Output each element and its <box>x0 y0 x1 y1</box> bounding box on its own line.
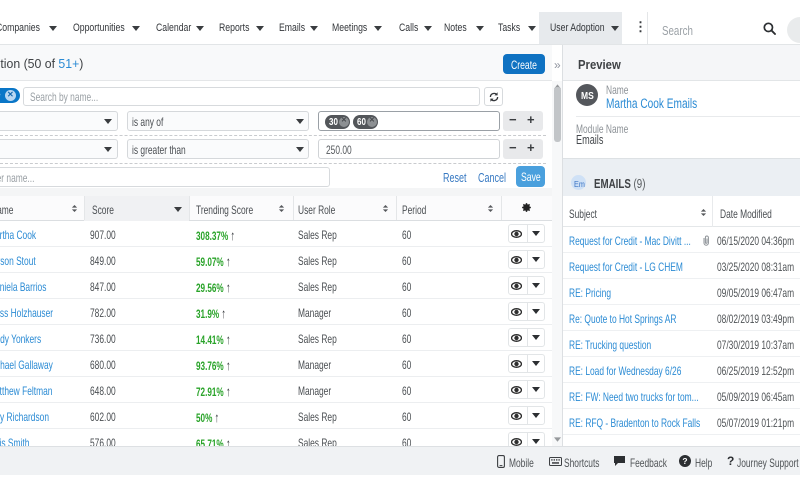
svg-text:?: ? <box>682 456 687 466</box>
